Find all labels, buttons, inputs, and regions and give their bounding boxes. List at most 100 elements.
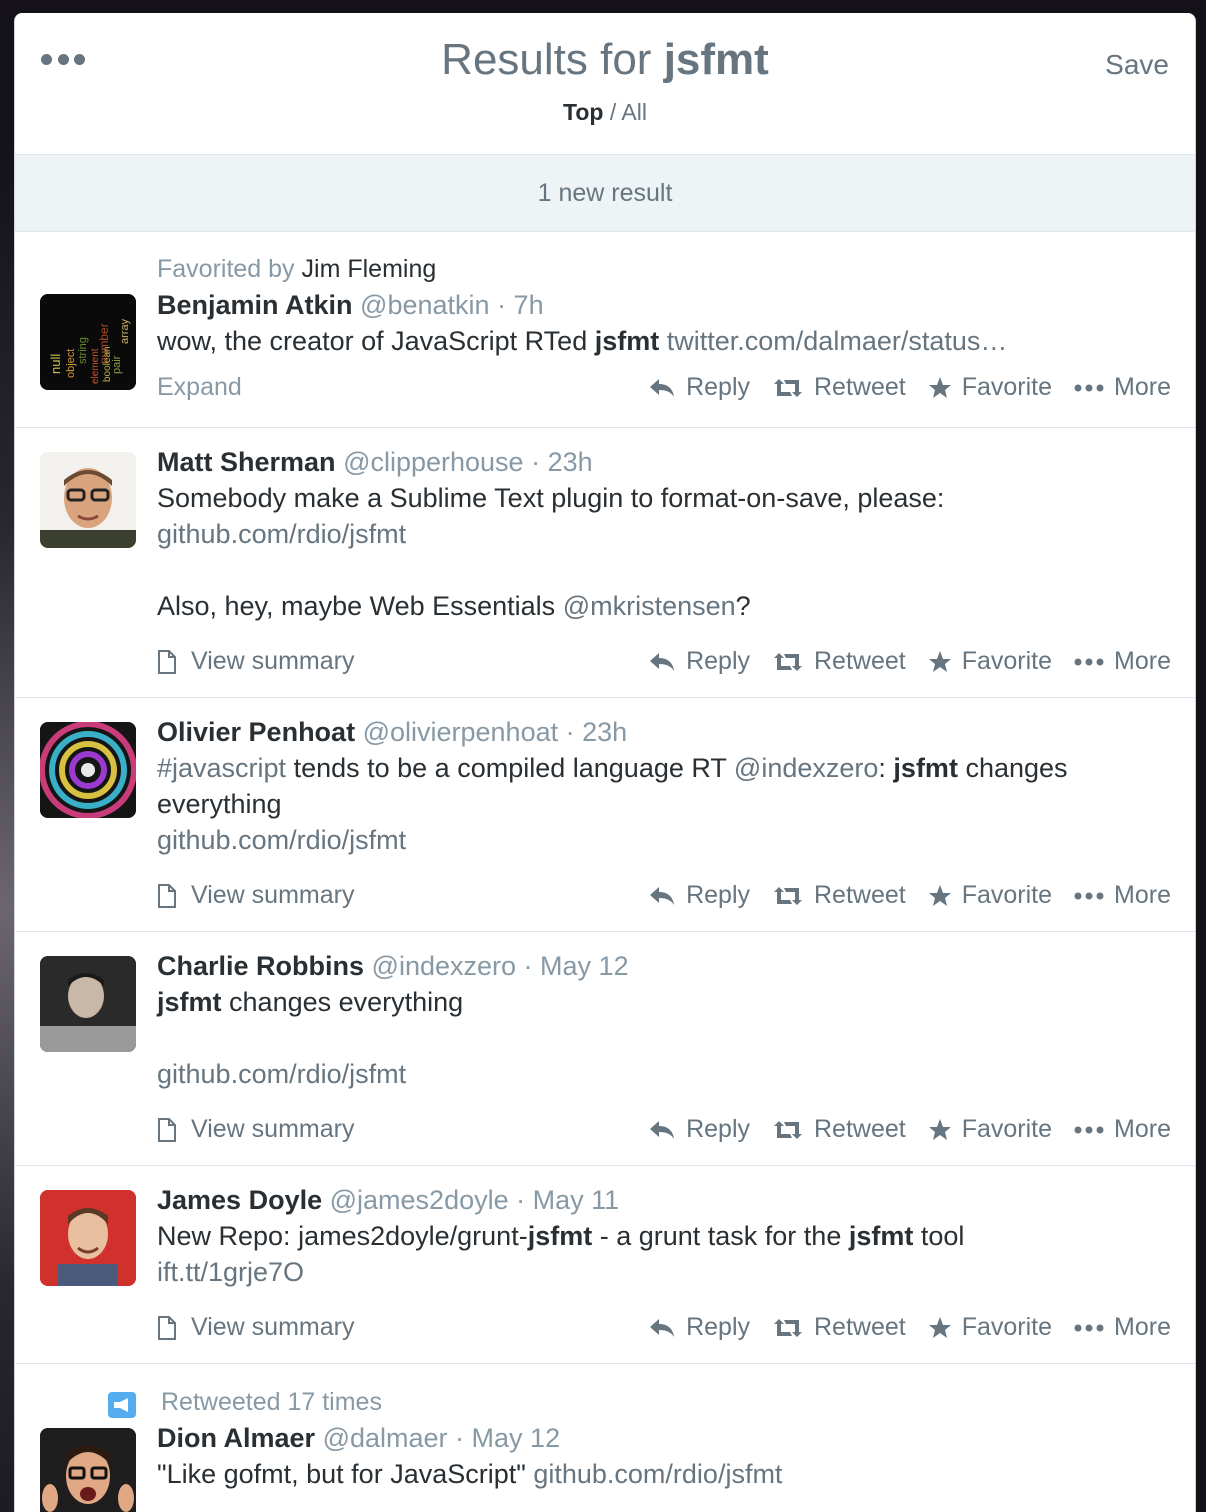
reply-button[interactable]: Reply bbox=[648, 881, 750, 910]
more-label: More bbox=[1114, 881, 1171, 909]
author-handle[interactable]: @olivierpenhoat bbox=[363, 717, 559, 747]
tweet-item[interactable]: null object string element number boolea… bbox=[15, 232, 1195, 428]
tweet-link[interactable]: github.com/rdio/jsfmt bbox=[157, 516, 1171, 552]
tweet-time[interactable]: · 23h bbox=[566, 717, 628, 747]
more-button[interactable]: More bbox=[1074, 647, 1171, 676]
more-button[interactable]: More bbox=[1074, 1115, 1171, 1144]
tweet-link[interactable]: twitter.com/dalmaer/status… bbox=[667, 326, 1008, 356]
tweet-time[interactable]: · May 12 bbox=[455, 1423, 560, 1453]
avatar[interactable] bbox=[40, 452, 136, 548]
author-name[interactable]: James Doyle bbox=[157, 1185, 322, 1215]
more-button[interactable]: More bbox=[1074, 1313, 1171, 1342]
tweet-mention[interactable]: @mkristensen bbox=[563, 591, 736, 621]
tweet-time[interactable]: · May 11 bbox=[516, 1185, 619, 1215]
author-name[interactable]: Benjamin Atkin bbox=[157, 290, 353, 320]
document-icon bbox=[158, 1315, 176, 1340]
author-handle[interactable]: @benatkin bbox=[360, 290, 490, 320]
view-summary-button[interactable]: View summary bbox=[157, 881, 354, 910]
avatar-photo bbox=[40, 1190, 136, 1286]
tweet-item[interactable]: James Doyle @james2doyle · May 11 New Re… bbox=[15, 1166, 1195, 1364]
more-button[interactable]: More bbox=[1074, 881, 1171, 910]
tweet-item[interactable]: Retweeted 17 times Dion Almaer @dalmaer … bbox=[15, 1364, 1195, 1512]
tweet-time[interactable]: · 23h bbox=[531, 447, 593, 477]
favorite-button[interactable]: Favorite bbox=[928, 1313, 1052, 1342]
more-label: More bbox=[1114, 1313, 1171, 1341]
more-button[interactable]: More bbox=[1074, 373, 1171, 402]
author-name[interactable]: Olivier Penhoat bbox=[157, 717, 355, 747]
reply-label: Reply bbox=[686, 647, 750, 675]
retweet-icon bbox=[774, 1318, 802, 1337]
tweet-actions: Reply Retweet Favorite More bbox=[626, 647, 1171, 676]
retweet-label: Retweet bbox=[814, 1313, 906, 1341]
avatar[interactable] bbox=[40, 956, 136, 1052]
favorite-button[interactable]: Favorite bbox=[928, 373, 1052, 402]
svg-text:string: string bbox=[77, 337, 89, 364]
tweet-header: Benjamin Atkin @benatkin · 7h bbox=[157, 290, 1171, 321]
author-handle[interactable]: @indexzero bbox=[372, 951, 516, 981]
favorite-label: Favorite bbox=[961, 647, 1053, 675]
expand-button[interactable]: Expand bbox=[157, 373, 242, 402]
svg-text:pair: pair bbox=[111, 355, 123, 374]
save-button[interactable]: Save bbox=[1105, 49, 1169, 81]
tweet-text-highlight: jsfmt bbox=[594, 326, 660, 356]
avatar[interactable] bbox=[40, 1190, 136, 1286]
tweet-link[interactable]: github.com/rdio/jsfmt bbox=[533, 1459, 782, 1489]
avatar[interactable] bbox=[40, 722, 136, 818]
tweet-text-highlight: jsfmt bbox=[848, 1221, 914, 1251]
title-prefix: Results for bbox=[441, 35, 652, 84]
avatar[interactable]: null object string element number boolea… bbox=[40, 294, 136, 390]
author-handle[interactable]: @clipperhouse bbox=[343, 447, 524, 477]
reply-button[interactable]: Reply bbox=[648, 647, 750, 676]
view-summary-button[interactable]: View summary bbox=[157, 1313, 354, 1342]
reply-button[interactable]: Reply bbox=[648, 373, 750, 402]
tweet-link[interactable]: ift.tt/1grje7O bbox=[157, 1254, 1171, 1290]
view-summary-button[interactable]: View summary bbox=[157, 1115, 354, 1144]
view-summary-button[interactable]: View summary bbox=[157, 647, 354, 676]
reply-icon bbox=[650, 886, 675, 905]
avatar[interactable] bbox=[40, 1428, 136, 1512]
author-name[interactable]: Matt Sherman bbox=[157, 447, 336, 477]
favorite-button[interactable]: Favorite bbox=[928, 1115, 1052, 1144]
retweet-button[interactable]: Retweet bbox=[772, 1115, 906, 1144]
favorite-button[interactable]: Favorite bbox=[928, 881, 1052, 910]
retweet-button[interactable]: Retweet bbox=[772, 647, 906, 676]
tweet-item[interactable]: Charlie Robbins @indexzero · May 12 jsfm… bbox=[15, 932, 1195, 1166]
author-handle[interactable]: @dalmaer bbox=[323, 1423, 448, 1453]
context-user[interactable]: Jim Fleming bbox=[302, 255, 437, 283]
author-handle[interactable]: @james2doyle bbox=[330, 1185, 509, 1215]
reply-icon bbox=[650, 1318, 675, 1337]
tweet-item[interactable]: Matt Sherman @clipperhouse · 23h Somebod… bbox=[15, 428, 1195, 698]
filter-all[interactable]: All bbox=[621, 99, 647, 125]
tweet-link[interactable]: github.com/rdio/jsfmt bbox=[157, 1056, 1171, 1092]
view-summary-label: View summary bbox=[191, 1115, 355, 1143]
retweet-button[interactable]: Retweet bbox=[772, 1313, 906, 1342]
more-label: More bbox=[1114, 647, 1171, 675]
tweet-text-segment: wow, the creator of JavaScript RTed bbox=[157, 326, 588, 356]
tweet-header: James Doyle @james2doyle · May 11 bbox=[157, 1185, 1171, 1216]
page-title: Results for jsfmt bbox=[15, 35, 1195, 85]
retweet-button[interactable]: Retweet bbox=[772, 881, 906, 910]
retweet-icon bbox=[774, 1120, 802, 1139]
svg-text:object: object bbox=[65, 349, 77, 378]
tweet-mention[interactable]: @indexzero bbox=[734, 753, 878, 783]
author-name[interactable]: Dion Almaer bbox=[157, 1423, 315, 1453]
reply-button[interactable]: Reply bbox=[648, 1115, 750, 1144]
tweet-hashtag[interactable]: #javascript bbox=[157, 753, 286, 783]
tweet-text-segment: Also, hey, maybe Web Essentials bbox=[157, 591, 556, 621]
reply-button[interactable]: Reply bbox=[648, 1313, 750, 1342]
tweet-link[interactable]: github.com/rdio/jsfmt bbox=[157, 822, 1171, 858]
context-label: Favorited by bbox=[157, 255, 295, 283]
tweet-time[interactable]: · May 12 bbox=[524, 951, 629, 981]
new-results-banner[interactable]: 1 new result bbox=[15, 155, 1195, 232]
tweet-item[interactable]: Olivier Penhoat @olivierpenhoat · 23h #j… bbox=[15, 698, 1195, 932]
more-dots-icon bbox=[1074, 1126, 1104, 1133]
search-results-column: Results for jsfmt Top / All Save 1 new r… bbox=[14, 13, 1196, 1512]
retweet-button[interactable]: Retweet bbox=[772, 373, 906, 402]
more-dots-icon bbox=[1074, 1324, 1104, 1331]
favorite-button[interactable]: Favorite bbox=[928, 647, 1052, 676]
tweet-text-segment: New Repo: james2doyle/grunt- bbox=[157, 1221, 528, 1251]
tweet-time[interactable]: · 7h bbox=[497, 290, 544, 320]
star-icon bbox=[928, 376, 951, 398]
author-name[interactable]: Charlie Robbins bbox=[157, 951, 364, 981]
filter-top[interactable]: Top bbox=[563, 99, 603, 125]
